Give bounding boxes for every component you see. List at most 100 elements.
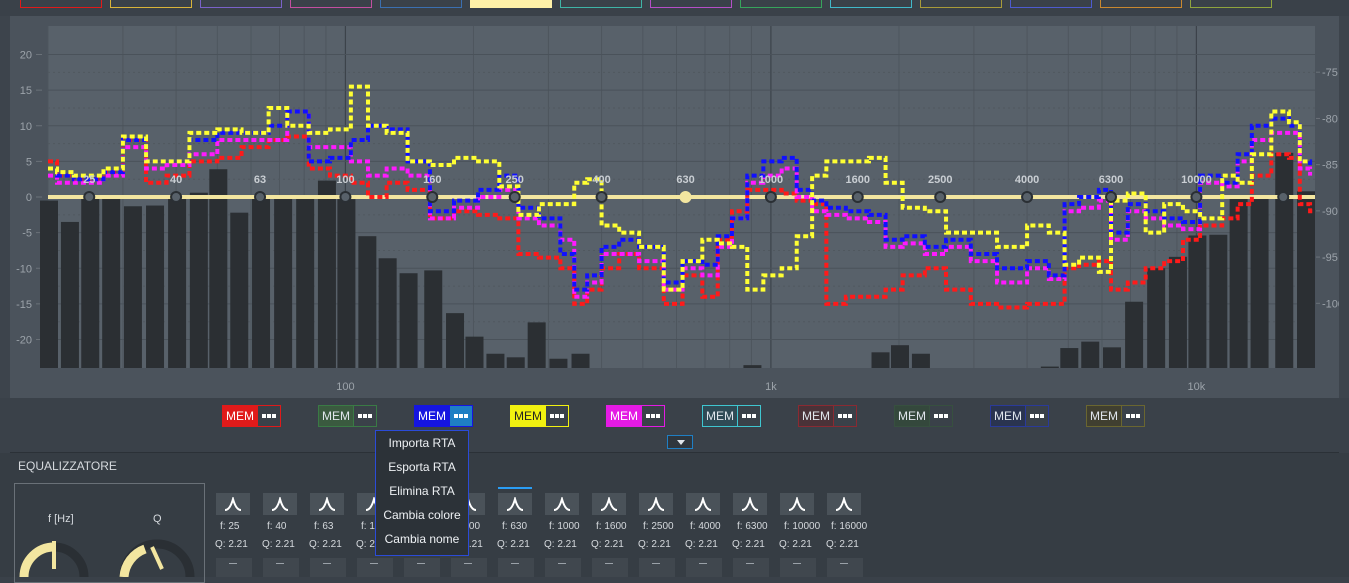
band-gain-control[interactable] [263,558,299,577]
color-tab-13[interactable] [1100,0,1182,8]
more-options-icon[interactable] [1121,406,1144,426]
color-tab-5[interactable] [380,0,462,8]
band-handle[interactable] [679,191,692,203]
menu-item-change-color[interactable]: Cambia colore [376,503,468,527]
mem-load-button[interactable]: MEM [703,406,737,426]
more-options-icon[interactable] [257,406,280,426]
band-handle[interactable] [1277,191,1290,203]
rta-bar [446,313,465,368]
band-handle[interactable] [1021,191,1034,203]
more-options-icon[interactable] [353,406,376,426]
expand-toggle-button[interactable] [667,435,693,449]
band-q-text: Q: 2 [356,539,375,550]
band-gain-control[interactable] [404,558,440,577]
q-knob[interactable] [119,539,195,577]
rta-eq-chart[interactable]: 20 15 10 5 0 -5 -10 -15 -20 -75 -80 -85 -90 -95 -100 10… [10,16,1344,398]
rta-bar [527,322,546,368]
color-tab-1[interactable] [20,0,102,8]
mem-load-button[interactable]: MEM [607,406,641,426]
color-tab-7[interactable] [560,0,642,8]
band-gain-control[interactable] [827,558,863,577]
peak-filter-button[interactable] [733,493,767,515]
peak-filter-button[interactable] [216,493,250,515]
color-tab-4[interactable] [290,0,372,8]
band-handle[interactable] [1190,191,1203,203]
mem-load-button[interactable]: MEM [991,406,1025,426]
peak-filter-button[interactable] [780,493,814,515]
dot [651,414,655,418]
peak-filter-button[interactable] [686,493,720,515]
band-frequency-text: f: 4000 [690,521,721,532]
band-gain-control[interactable] [545,558,581,577]
q-knob-pointer [150,546,164,570]
band-handle[interactable] [83,191,96,203]
band-handle[interactable] [1105,191,1118,203]
color-tab-14[interactable] [1190,0,1272,8]
band-handle[interactable] [254,191,267,203]
more-options-icon[interactable] [641,406,664,426]
frequency-knob[interactable] [19,541,89,577]
mem-load-button[interactable]: MEM [223,406,257,426]
more-options-icon[interactable] [449,406,472,426]
band-handle[interactable] [426,191,439,203]
band-gain-control[interactable] [451,558,487,577]
band-handle[interactable] [508,191,521,203]
band-label: 10000 [1181,174,1212,186]
y-tick-label: -5 [22,228,32,240]
color-tab-10[interactable] [830,0,912,8]
band-gain-control[interactable] [780,558,816,577]
color-tab-9[interactable] [740,0,822,8]
rta-bar [1147,268,1166,368]
color-tab-3[interactable] [200,0,282,8]
menu-item-import-rta[interactable]: Importa RTA [376,431,468,455]
band-gain-control[interactable] [733,558,769,577]
band-gain-control[interactable] [498,558,534,577]
band-handle[interactable] [339,191,352,203]
more-options-icon[interactable] [545,406,568,426]
band-handle[interactable] [170,191,183,203]
peak-filter-button[interactable] [498,493,532,515]
band-handle[interactable] [595,191,608,203]
band-frequency-text: f: 1 [361,521,375,532]
mem-load-button[interactable]: MEM [1087,406,1121,426]
y2-tick-label: -75 [1322,67,1338,79]
band-gain-control[interactable] [639,558,675,577]
mem-load-button[interactable]: MEM [319,406,353,426]
band-gain-control[interactable] [592,558,628,577]
more-options-icon[interactable] [929,406,952,426]
mem-load-button[interactable]: MEM [415,406,449,426]
menu-item-export-rta[interactable]: Esporta RTA [376,455,468,479]
color-tab-12[interactable] [1010,0,1092,8]
band-gain-control[interactable] [216,558,252,577]
band-gain-control[interactable] [686,558,722,577]
peak-filter-button[interactable] [639,493,673,515]
mem-load-button[interactable]: MEM [895,406,929,426]
peak-filter-button[interactable] [310,493,344,515]
rta-bar [1040,366,1059,368]
color-tab-11[interactable] [920,0,1002,8]
peak-filter-button[interactable] [592,493,626,515]
peak-filter-button[interactable] [263,493,297,515]
peak-filter-button[interactable] [545,493,579,515]
rta-bar [230,212,249,368]
menu-item-change-name[interactable]: Cambia nome [376,527,468,551]
peak-filter-icon [600,497,618,511]
color-tab-8[interactable] [650,0,732,8]
peak-filter-button[interactable] [827,493,861,515]
eq-band-2 [263,493,299,515]
band-handle[interactable] [764,191,777,203]
mem-load-button[interactable]: MEM [511,406,545,426]
band-handle[interactable] [934,191,947,203]
dot [454,414,458,418]
color-tab-2[interactable] [110,0,192,8]
menu-item-delete-rta[interactable]: Elimina RTA [376,479,468,503]
rta-bar [252,198,271,368]
band-handle[interactable] [851,191,864,203]
more-options-icon[interactable] [737,406,760,426]
more-options-icon[interactable] [833,406,856,426]
more-options-icon[interactable] [1025,406,1048,426]
mem-load-button[interactable]: MEM [799,406,833,426]
band-gain-control[interactable] [310,558,346,577]
color-tab-6[interactable] [470,0,552,8]
band-gain-control[interactable] [357,558,393,577]
